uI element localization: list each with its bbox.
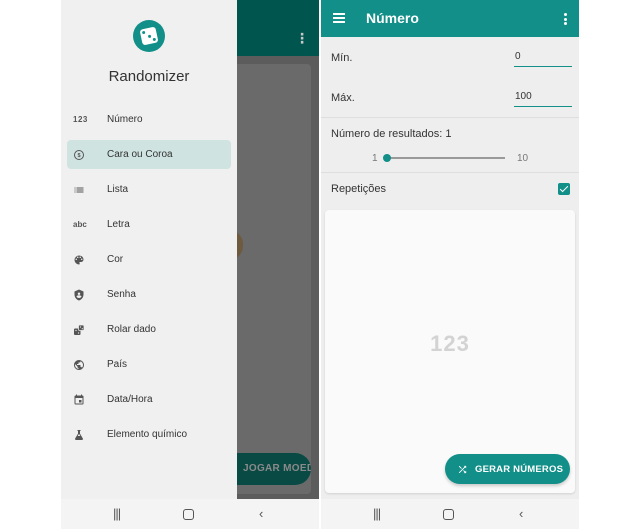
recent-apps-icon[interactable]: ||| bbox=[373, 506, 381, 521]
system-navigation-bar: ||| ‹ bbox=[61, 499, 319, 529]
min-input[interactable] bbox=[514, 47, 572, 67]
numbers-icon: 123 bbox=[73, 115, 88, 124]
dice-logo-icon bbox=[133, 20, 165, 52]
slider-min-label: 1 bbox=[372, 153, 378, 164]
overflow-menu-icon[interactable] bbox=[564, 13, 567, 25]
slider-max-label: 10 bbox=[517, 153, 529, 164]
back-icon[interactable]: ‹ bbox=[259, 506, 263, 521]
drawer-item-label: Data/Hora bbox=[107, 394, 153, 405]
left-screen: ⋮ JOGAR MOEDA Randomizer 123Número$Cara … bbox=[61, 0, 319, 529]
drawer-item-label: Cor bbox=[107, 254, 124, 265]
app-bar: Número bbox=[321, 0, 579, 37]
system-navigation-bar: ||| ‹ bbox=[321, 499, 579, 529]
drawer-item-label: Rolar dado bbox=[107, 324, 156, 335]
slider-thumb[interactable] bbox=[383, 154, 391, 162]
drawer-item-elemento-químico[interactable]: Elemento químico bbox=[61, 417, 237, 452]
max-input[interactable] bbox=[514, 87, 572, 107]
max-label: Máx. bbox=[331, 92, 355, 104]
dice-icon bbox=[61, 324, 101, 336]
divider bbox=[321, 117, 579, 118]
drawer-item-label: Cara ou Coroa bbox=[107, 149, 173, 160]
navigation-drawer: Randomizer 123 Número $ Cara ou Coroa Lista a… bbox=[61, 0, 237, 499]
drawer-item-label: País bbox=[107, 359, 128, 370]
drawer-item-data-hora[interactable]: Data/Hora bbox=[61, 382, 237, 417]
home-icon[interactable] bbox=[443, 509, 454, 520]
text-abc-icon: abc bbox=[73, 220, 87, 229]
result-card: 123 bbox=[325, 210, 575, 493]
drawer-item-label: Senha bbox=[107, 289, 136, 300]
list-icon bbox=[61, 184, 101, 196]
hamburger-menu-icon[interactable] bbox=[333, 13, 345, 23]
drawer-item-rolar-dado[interactable]: Rolar dado bbox=[61, 312, 237, 347]
drawer-app-name: Randomizer bbox=[108, 68, 190, 85]
drawer-item-número[interactable]: 123 Número bbox=[61, 102, 237, 137]
numbers-placeholder-icon: 123 bbox=[430, 331, 470, 356]
drawer-item-label: Lista bbox=[107, 184, 129, 195]
drawer-item-lista[interactable]: Lista bbox=[61, 172, 237, 207]
back-icon[interactable]: ‹ bbox=[519, 506, 523, 521]
palette-icon bbox=[61, 254, 101, 266]
svg-text:$: $ bbox=[77, 153, 80, 159]
home-icon[interactable] bbox=[183, 509, 194, 520]
calendar-icon bbox=[61, 394, 101, 406]
repetitions-checkbox[interactable] bbox=[558, 183, 570, 195]
drawer-item-label: Número bbox=[107, 114, 143, 125]
min-label: Mín. bbox=[331, 52, 353, 64]
generate-numbers-button[interactable]: GERAR NÚMEROS bbox=[445, 454, 570, 484]
page-title: Número bbox=[366, 10, 419, 26]
drawer-menu: 123 Número $ Cara ou Coroa Lista abc Letra Cor S… bbox=[61, 102, 237, 452]
drawer-item-label: Letra bbox=[107, 219, 130, 230]
drawer-item-letra[interactable]: abc Letra bbox=[61, 207, 237, 242]
flask-icon bbox=[61, 429, 101, 441]
drawer-item-cara-ou-coroa[interactable]: $ Cara ou Coroa bbox=[61, 137, 237, 172]
repetitions-label: Repetições bbox=[331, 183, 387, 195]
coin-icon: $ bbox=[61, 149, 101, 161]
drawer-item-label: Elemento químico bbox=[107, 429, 188, 440]
drawer-item-senha[interactable]: Senha bbox=[61, 277, 237, 312]
shuffle-icon bbox=[458, 465, 467, 473]
generate-numbers-label: GERAR NÚMEROS bbox=[475, 463, 564, 475]
divider bbox=[321, 172, 579, 173]
right-screen: Número Mín. Máx. Número de resultados: 1… bbox=[321, 0, 579, 529]
globe-icon bbox=[61, 359, 101, 371]
recent-apps-icon[interactable]: ||| bbox=[113, 506, 121, 521]
overflow-menu-icon: ⋮ bbox=[295, 30, 309, 46]
results-slider[interactable] bbox=[383, 154, 505, 162]
drawer-item-cor[interactable]: Cor bbox=[61, 242, 237, 277]
drawer-item-país[interactable]: País bbox=[61, 347, 237, 382]
results-count-label: Número de resultados: 1 bbox=[331, 128, 452, 140]
shield-icon bbox=[61, 289, 101, 301]
